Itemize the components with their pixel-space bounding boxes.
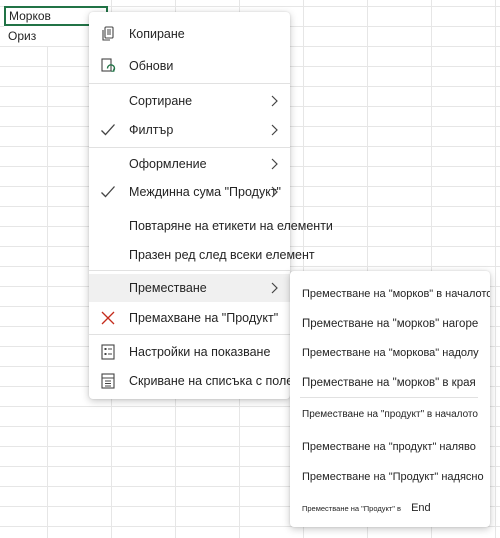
repeat-labels-menu-item[interactable]: Повтаряне на етикети на елементи [89,212,333,240]
remove-label: Премахване на "Продукт" [129,311,279,325]
submenu-divider [300,397,478,398]
submenu-item-field-right[interactable]: Преместване на "Продукт" надясно [302,471,484,483]
blank-row-menu-item[interactable]: Празен ред след всеки елемент [89,241,315,269]
submenu-item-move-to-start[interactable]: Преместване на "морков" в началото [302,288,490,300]
chevron-right-icon [270,282,278,294]
display-settings-label: Настройки на показване [129,345,271,359]
move-label: Преместване [129,281,207,295]
sort-label: Сортиране [129,94,193,108]
refresh-label: Обнови [129,59,174,73]
chevron-right-icon [270,95,278,107]
subtotal-label: Междинна сума "Продукт" [129,185,281,199]
submenu-item-move-up[interactable]: Преместване на "морков" нагоре [302,318,478,330]
chevron-right-icon [270,124,278,136]
sort-menu-item[interactable]: Сортиране [89,87,290,115]
context-menu: Копиране Обнови Сортиране Филтър Оформле… [89,12,333,399]
checkmark-icon [99,121,117,139]
submenu-item-end-label: End [411,502,431,514]
blank-row-label: Празен ред след всеки елемент [129,248,315,262]
menu-divider [89,334,290,335]
field-list-icon [99,372,117,390]
submenu-item-move-down[interactable]: Преместване на "моркова" надолу [302,347,479,359]
checkmark-icon [99,183,117,201]
submenu-item-field-to-end[interactable]: Преместване на "Продукт" в End [302,502,431,514]
remove-menu-item[interactable]: Премахване на "Продукт" [89,304,290,332]
menu-divider [89,270,290,271]
format-label: Оформление [129,157,207,171]
display-settings-menu-item[interactable]: Настройки на показване [89,338,290,366]
chevron-right-icon [270,158,278,170]
move-submenu: Преместване на "морков" в началото Преме… [290,271,490,527]
close-icon [99,309,117,327]
move-menu-item[interactable]: Преместване [89,274,290,302]
submenu-item-field-to-start[interactable]: Преместване на "продукт" в началото [302,409,478,420]
filter-menu-item[interactable]: Филтър [89,116,290,144]
subtotal-menu-item[interactable]: Междинна сума "Продукт" [89,178,290,206]
settings-list-icon [99,343,117,361]
menu-divider [89,147,290,148]
copy-icon [99,25,117,43]
hide-field-list-menu-item[interactable]: Скриване на списъка с полета [89,367,305,395]
hide-field-list-label: Скриване на списъка с полета [129,374,306,388]
refresh-menu-item[interactable]: Обнови [89,52,290,80]
chevron-right-icon [270,186,278,198]
menu-divider [89,83,290,84]
copy-label: Копиране [129,27,185,41]
refresh-icon [99,57,117,75]
submenu-item-field-to-end-label: Преместване на "Продукт" в [302,504,401,513]
copy-menu-item[interactable]: Копиране [89,20,290,48]
submenu-item-field-left[interactable]: Преместване на "продукт" наляво [302,441,476,453]
filter-label: Филтър [129,123,174,137]
submenu-item-move-to-end[interactable]: Преместване на "морков" в края [302,377,476,389]
format-menu-item[interactable]: Оформление [89,150,290,178]
repeat-labels-label: Повтаряне на етикети на елементи [129,219,333,233]
